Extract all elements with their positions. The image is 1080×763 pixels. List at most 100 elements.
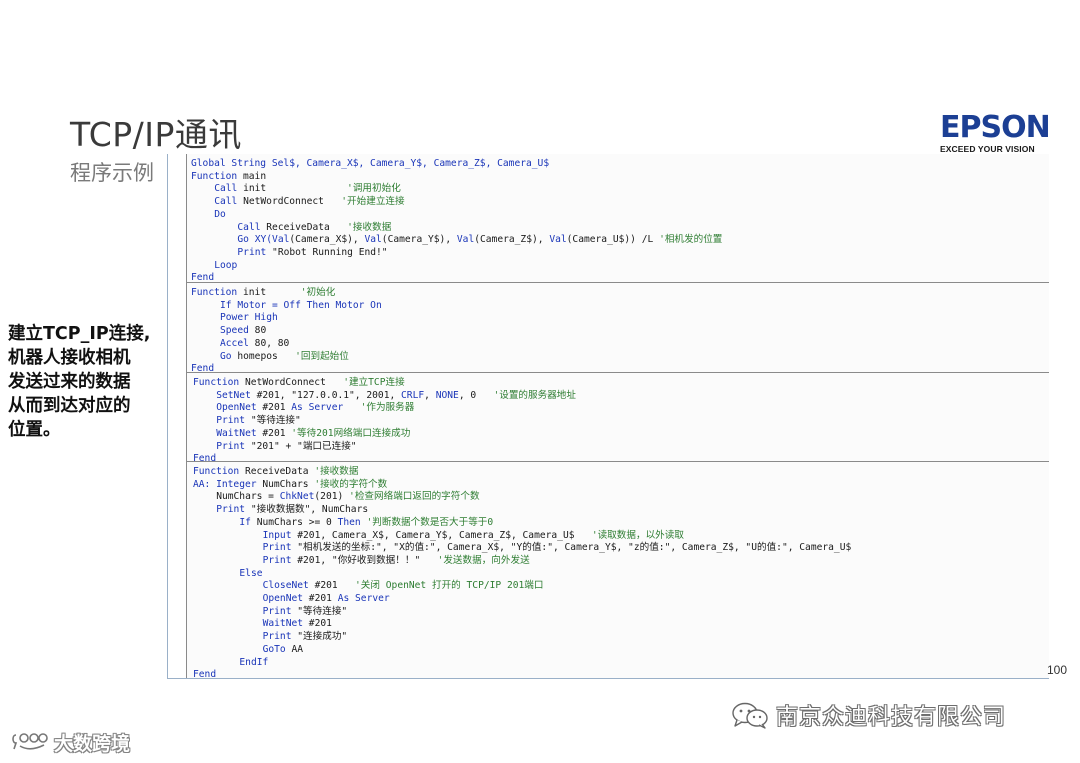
code-text: #201, Camera_X$, Camera_Y$, Camera_Z$, C… (291, 529, 592, 541)
code-keyword: AA: Integer (193, 478, 257, 490)
code-text: "接收数据数", NumChars (245, 504, 369, 516)
code-line: AA: Integer NumChars '接收的字符个数 (193, 478, 387, 491)
code-keyword: Function (191, 170, 238, 182)
code-text: (Camera_Z$), (474, 234, 550, 246)
code-comment: '设置的服务器地址 (493, 389, 576, 401)
code-text: "Robot Running End!" (266, 246, 388, 258)
watermark: 大数跨境 (10, 728, 130, 756)
code-text: "等待连接" (291, 605, 348, 617)
code-keyword: WaitNet (216, 427, 257, 439)
code-line: Print #201, "你好收到数据！！" '发送数据，向外发送 (263, 554, 530, 567)
code-text: #201 (256, 427, 292, 439)
code-text: (Camera_Y$), (381, 234, 457, 246)
code-text: NumChars >= 0 (250, 516, 338, 528)
code-line: Print "连接成功" (263, 630, 348, 643)
wechat-mark: 南京众迪科技有限公司 (730, 700, 1006, 730)
code-keyword: Print (216, 440, 246, 452)
code-text: #201, "你好收到数据！！" (291, 554, 438, 566)
code-block: Global String Sel$, Camera_X$, Camera_Y$… (186, 154, 1049, 283)
code-keyword: Function (193, 466, 240, 477)
code-comment: '作为服务器 (360, 402, 415, 414)
code-keyword: Val (549, 234, 567, 246)
code-text: 80, 80 (248, 337, 290, 349)
code-block: Function NetWordConnect '建立TCP连接 SetNet #… (186, 372, 1049, 464)
side-note-line: 位置。 (8, 420, 61, 440)
code-text: 80 (248, 325, 267, 337)
code-comment: '接收的字符个数 (314, 478, 388, 490)
code-comment: '调用初始化 (347, 183, 401, 195)
code-line: Loop (214, 259, 237, 272)
code-block: Function ReceiveData '接收数据 AA: Integer Nu… (186, 461, 1049, 681)
code-text: #201 (303, 618, 332, 630)
code-listing: Global String Sel$, Camera_X$, Camera_Y$… (167, 154, 1049, 681)
code-comment: '读取数据，以外读取 (591, 529, 684, 541)
code-comment: '相机发的位置 (659, 234, 723, 246)
code-line: Power High (220, 311, 278, 324)
code-keyword: Go XY(Val (237, 234, 290, 246)
code-text: homepos (231, 350, 296, 362)
code-keyword: Print (262, 554, 292, 566)
side-note: 建立TCP_IP连接, 机器人接收相机 发送过来的数据 从而到达对应的 位置。 (8, 322, 168, 442)
code-keyword: EndIf (239, 656, 269, 668)
code-line: CloseNet #201 '关闭 OpenNet 打开的 TCP/IP 201… (263, 579, 544, 592)
code-block: Function init '初始化 If Motor = Off Then Mo… (186, 282, 1049, 374)
logo-tagline: EXCEED YOUR VISION (940, 144, 1035, 154)
code-keyword: Global String Sel$, Camera_X$, Camera_Y$… (191, 158, 550, 169)
code-line: Call init '调用初始化 (214, 182, 401, 195)
code-text: AA (285, 643, 304, 655)
slide-subtitle: 程序示例 (70, 161, 154, 185)
code-comment: '发送数据，向外发送 (437, 554, 530, 566)
code-comment: '检查网络端口返回的字符个数 (349, 491, 480, 503)
code-line: Function main (191, 170, 266, 183)
code-text: NumChars (256, 478, 315, 490)
code-line: Function NetWordConnect '建立TCP连接 (193, 376, 405, 389)
code-keyword: NONE (435, 389, 459, 401)
code-line: Print "等待连接" (263, 605, 348, 618)
code-keyword: As Server (291, 402, 344, 414)
code-keyword: Function (191, 287, 238, 298)
code-line: GoTo AA (263, 643, 303, 656)
code-keyword: Else (239, 567, 263, 579)
code-text: ReceiveData (260, 221, 348, 233)
code-line: Go homepos '回到起始位 (220, 350, 349, 363)
code-keyword: Print (262, 605, 292, 617)
code-text: NetWordConnect (239, 377, 344, 388)
code-keyword: Fend (193, 669, 217, 681)
code-line: Go XY(Val(Camera_X$), Val(Camera_Y$), Va… (237, 233, 722, 246)
code-text: (Camera_X$), (289, 234, 365, 246)
code-line: Print "相机发送的坐标:", "X的值:", Camera_X$, "Y的… (263, 541, 852, 554)
code-text: #201 (303, 593, 338, 604)
code-text: , 0 (458, 389, 494, 401)
code-line: Function init '初始化 (191, 286, 335, 299)
code-keyword: SetNet (216, 389, 251, 401)
code-line: Print "等待连接" (216, 414, 301, 427)
code-keyword: WaitNet (262, 618, 304, 630)
code-keyword: Print (237, 246, 267, 258)
page-number: 100 (1047, 663, 1068, 677)
side-note-line: 建立TCP_IP连接, (8, 324, 151, 344)
code-line: Fend (193, 668, 216, 681)
code-keyword: Do (214, 208, 226, 220)
code-comment: '建立TCP连接 (343, 377, 405, 388)
code-comment: '判断数据个数是否大于等于0 (366, 516, 494, 528)
code-comment: '开始建立连接 (341, 196, 405, 208)
code-comment: '关闭 OpenNet 打开的 TCP/IP 201端口 (355, 580, 544, 592)
code-text: #201, "127.0.0.1", 2001, (250, 389, 402, 401)
side-note-line: 从而到达对应的 (8, 396, 131, 416)
code-line: Print "Robot Running End!" (237, 246, 387, 259)
code-line: OpenNet #201 As Server (263, 592, 390, 605)
code-keyword: If Motor = Off Then Motor On (220, 299, 382, 311)
code-comment: '等待201网络端口连接成功 (291, 427, 411, 439)
code-keyword: Print (216, 504, 246, 516)
code-text: (Camera_U$)) /L (566, 234, 660, 246)
code-keyword: As Server (337, 593, 390, 604)
code-line: WaitNet #201 '等待201网络端口连接成功 (216, 427, 410, 440)
code-keyword: Print (262, 631, 292, 643)
code-comment: '初始化 (300, 287, 336, 298)
code-line: Print "201" + "端口已连接" (216, 440, 356, 453)
code-keyword: ChkNet (279, 491, 315, 503)
side-note-line: 机器人接收相机 (8, 348, 131, 368)
code-line: Do (214, 208, 226, 221)
code-text: , (424, 389, 436, 401)
